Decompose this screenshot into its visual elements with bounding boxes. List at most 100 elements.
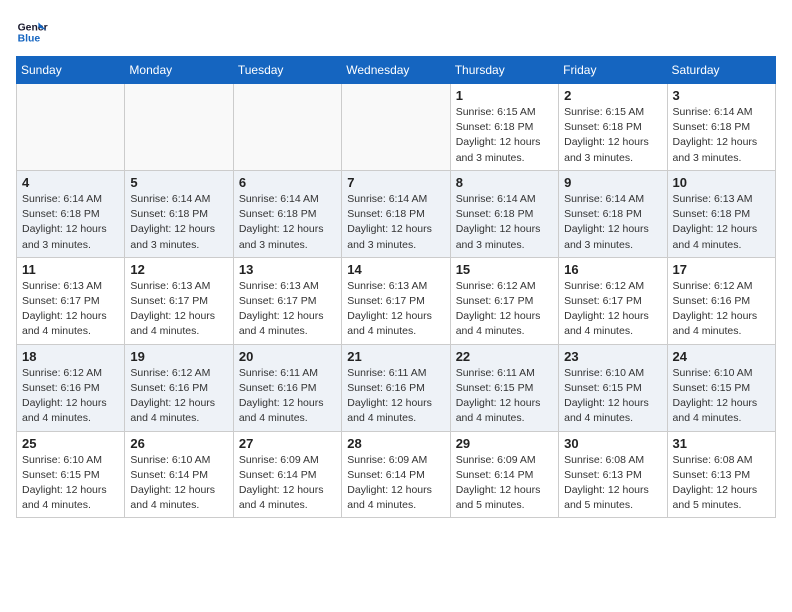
calendar-cell: 19 Sunrise: 6:12 AMSunset: 6:16 PMDayligh…	[125, 344, 233, 431]
day-info: Sunrise: 6:10 AMSunset: 6:15 PMDaylight:…	[564, 366, 661, 427]
column-header-friday: Friday	[559, 57, 667, 84]
day-info: Sunrise: 6:10 AMSunset: 6:15 PMDaylight:…	[22, 453, 119, 514]
calendar-cell: 6 Sunrise: 6:14 AMSunset: 6:18 PMDaylight…	[233, 170, 341, 257]
day-number: 15	[456, 262, 553, 277]
column-header-tuesday: Tuesday	[233, 57, 341, 84]
column-header-sunday: Sunday	[17, 57, 125, 84]
column-header-monday: Monday	[125, 57, 233, 84]
day-number: 2	[564, 88, 661, 103]
calendar-cell: 1Sunrise: 6:15 AMSunset: 6:18 PMDaylight…	[450, 84, 558, 171]
day-number: 28	[347, 436, 444, 451]
calendar-cell: 9 Sunrise: 6:14 AMSunset: 6:18 PMDaylight…	[559, 170, 667, 257]
day-number: 11	[22, 262, 119, 277]
calendar-cell: 27 Sunrise: 6:09 AMSunset: 6:14 PMDayligh…	[233, 431, 341, 518]
day-info: Sunrise: 6:11 AMSunset: 6:16 PMDaylight:…	[347, 366, 444, 427]
day-info: Sunrise: 6:13 AMSunset: 6:17 PMDaylight:…	[22, 279, 119, 340]
day-info: Sunrise: 6:11 AMSunset: 6:15 PMDaylight:…	[456, 366, 553, 427]
day-info: Sunrise: 6:14 AMSunset: 6:18 PMDaylight:…	[347, 192, 444, 253]
calendar-cell: 5 Sunrise: 6:14 AMSunset: 6:18 PMDaylight…	[125, 170, 233, 257]
day-info: Sunrise: 6:12 AMSunset: 6:17 PMDaylight:…	[564, 279, 661, 340]
day-info: Sunrise: 6:14 AMSunset: 6:18 PMDaylight:…	[673, 105, 770, 166]
day-info: Sunrise: 6:14 AMSunset: 6:18 PMDaylight:…	[22, 192, 119, 253]
day-number: 9	[564, 175, 661, 190]
day-number: 14	[347, 262, 444, 277]
calendar-cell: 7 Sunrise: 6:14 AMSunset: 6:18 PMDaylight…	[342, 170, 450, 257]
day-info: Sunrise: 6:12 AMSunset: 6:16 PMDaylight:…	[673, 279, 770, 340]
calendar-cell: 26 Sunrise: 6:10 AMSunset: 6:14 PMDayligh…	[125, 431, 233, 518]
day-number: 10	[673, 175, 770, 190]
calendar-table: SundayMondayTuesdayWednesdayThursdayFrid…	[16, 56, 776, 518]
day-number: 22	[456, 349, 553, 364]
day-info: Sunrise: 6:15 AMSunset: 6:18 PMDaylight:…	[456, 105, 553, 166]
calendar-cell: 20Sunrise: 6:11 AMSunset: 6:16 PMDayligh…	[233, 344, 341, 431]
column-header-saturday: Saturday	[667, 57, 775, 84]
calendar-week-row: 25 Sunrise: 6:10 AMSunset: 6:15 PMDayligh…	[17, 431, 776, 518]
day-number: 25	[22, 436, 119, 451]
day-number: 27	[239, 436, 336, 451]
day-info: Sunrise: 6:12 AMSunset: 6:16 PMDaylight:…	[130, 366, 227, 427]
day-number: 6	[239, 175, 336, 190]
day-info: Sunrise: 6:14 AMSunset: 6:18 PMDaylight:…	[130, 192, 227, 253]
day-info: Sunrise: 6:10 AMSunset: 6:15 PMDaylight:…	[673, 366, 770, 427]
calendar-cell: 15 Sunrise: 6:12 AMSunset: 6:17 PMDayligh…	[450, 257, 558, 344]
day-info: Sunrise: 6:13 AMSunset: 6:17 PMDaylight:…	[130, 279, 227, 340]
day-number: 3	[673, 88, 770, 103]
calendar-header-row: SundayMondayTuesdayWednesdayThursdayFrid…	[17, 57, 776, 84]
day-info: Sunrise: 6:12 AMSunset: 6:17 PMDaylight:…	[456, 279, 553, 340]
day-number: 19	[130, 349, 227, 364]
day-number: 8	[456, 175, 553, 190]
day-number: 30	[564, 436, 661, 451]
day-info: Sunrise: 6:13 AMSunset: 6:18 PMDaylight:…	[673, 192, 770, 253]
day-info: Sunrise: 6:09 AMSunset: 6:14 PMDaylight:…	[347, 453, 444, 514]
day-number: 4	[22, 175, 119, 190]
day-number: 26	[130, 436, 227, 451]
day-info: Sunrise: 6:14 AMSunset: 6:18 PMDaylight:…	[564, 192, 661, 253]
calendar-cell: 2Sunrise: 6:15 AMSunset: 6:18 PMDaylight…	[559, 84, 667, 171]
day-info: Sunrise: 6:09 AMSunset: 6:14 PMDaylight:…	[456, 453, 553, 514]
day-number: 16	[564, 262, 661, 277]
day-number: 5	[130, 175, 227, 190]
day-number: 7	[347, 175, 444, 190]
day-info: Sunrise: 6:13 AMSunset: 6:17 PMDaylight:…	[347, 279, 444, 340]
calendar-cell: 21 Sunrise: 6:11 AMSunset: 6:16 PMDayligh…	[342, 344, 450, 431]
page-header: General Blue	[16, 16, 776, 48]
calendar-cell: 14 Sunrise: 6:13 AMSunset: 6:17 PMDayligh…	[342, 257, 450, 344]
calendar-cell: 4 Sunrise: 6:14 AMSunset: 6:18 PMDaylight…	[17, 170, 125, 257]
calendar-cell: 28 Sunrise: 6:09 AMSunset: 6:14 PMDayligh…	[342, 431, 450, 518]
day-info: Sunrise: 6:14 AMSunset: 6:18 PMDaylight:…	[239, 192, 336, 253]
day-info: Sunrise: 6:08 AMSunset: 6:13 PMDaylight:…	[673, 453, 770, 514]
calendar-cell: 10 Sunrise: 6:13 AMSunset: 6:18 PMDayligh…	[667, 170, 775, 257]
day-info: Sunrise: 6:13 AMSunset: 6:17 PMDaylight:…	[239, 279, 336, 340]
day-number: 23	[564, 349, 661, 364]
day-number: 18	[22, 349, 119, 364]
day-info: Sunrise: 6:10 AMSunset: 6:14 PMDaylight:…	[130, 453, 227, 514]
calendar-cell: 12Sunrise: 6:13 AMSunset: 6:17 PMDayligh…	[125, 257, 233, 344]
day-info: Sunrise: 6:12 AMSunset: 6:16 PMDaylight:…	[22, 366, 119, 427]
calendar-cell: 8Sunrise: 6:14 AMSunset: 6:18 PMDaylight…	[450, 170, 558, 257]
calendar-cell: 31 Sunrise: 6:08 AMSunset: 6:13 PMDayligh…	[667, 431, 775, 518]
calendar-week-row: 18 Sunrise: 6:12 AMSunset: 6:16 PMDayligh…	[17, 344, 776, 431]
day-number: 31	[673, 436, 770, 451]
calendar-cell: 24Sunrise: 6:10 AMSunset: 6:15 PMDayligh…	[667, 344, 775, 431]
day-info: Sunrise: 6:11 AMSunset: 6:16 PMDaylight:…	[239, 366, 336, 427]
column-header-thursday: Thursday	[450, 57, 558, 84]
calendar-cell	[125, 84, 233, 171]
calendar-week-row: 4 Sunrise: 6:14 AMSunset: 6:18 PMDaylight…	[17, 170, 776, 257]
logo-icon: General Blue	[16, 16, 48, 48]
day-number: 21	[347, 349, 444, 364]
calendar-cell: 16 Sunrise: 6:12 AMSunset: 6:17 PMDayligh…	[559, 257, 667, 344]
calendar-cell: 18 Sunrise: 6:12 AMSunset: 6:16 PMDayligh…	[17, 344, 125, 431]
calendar-cell: 29Sunrise: 6:09 AMSunset: 6:14 PMDayligh…	[450, 431, 558, 518]
day-info: Sunrise: 6:09 AMSunset: 6:14 PMDaylight:…	[239, 453, 336, 514]
day-info: Sunrise: 6:08 AMSunset: 6:13 PMDaylight:…	[564, 453, 661, 514]
calendar-cell: 13Sunrise: 6:13 AMSunset: 6:17 PMDayligh…	[233, 257, 341, 344]
calendar-cell	[17, 84, 125, 171]
calendar-cell: 11 Sunrise: 6:13 AMSunset: 6:17 PMDayligh…	[17, 257, 125, 344]
calendar-cell: 17 Sunrise: 6:12 AMSunset: 6:16 PMDayligh…	[667, 257, 775, 344]
calendar-cell: 3 Sunrise: 6:14 AMSunset: 6:18 PMDaylight…	[667, 84, 775, 171]
day-number: 17	[673, 262, 770, 277]
calendar-week-row: 1Sunrise: 6:15 AMSunset: 6:18 PMDaylight…	[17, 84, 776, 171]
calendar-cell: 23 Sunrise: 6:10 AMSunset: 6:15 PMDayligh…	[559, 344, 667, 431]
calendar-cell	[233, 84, 341, 171]
calendar-week-row: 11 Sunrise: 6:13 AMSunset: 6:17 PMDayligh…	[17, 257, 776, 344]
